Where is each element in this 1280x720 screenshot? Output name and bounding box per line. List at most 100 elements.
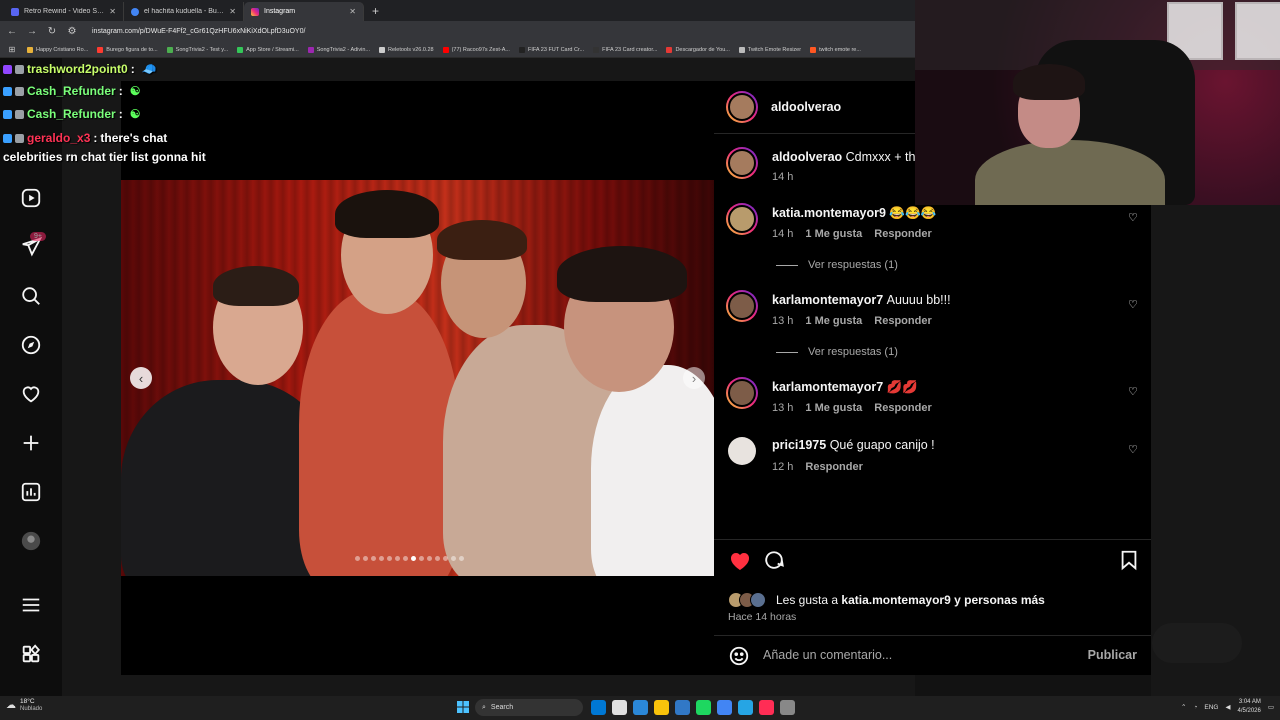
clock[interactable]: 3:04 AM 4/5/2026: [1237, 698, 1260, 716]
chat-username[interactable]: geraldo_x3: [27, 131, 90, 145]
taskbar-app-icon[interactable]: [591, 700, 606, 715]
tab-instagram[interactable]: Instagram ✕: [244, 2, 364, 21]
bookmark-label: (77) Racoo97s Zest-A...: [451, 46, 510, 53]
comment-like-heart-icon[interactable]: ♡: [1128, 443, 1140, 456]
bookmark-item[interactable]: Reletools v26.0.28: [379, 46, 434, 53]
likes-user[interactable]: katia.montemayor9: [841, 593, 950, 607]
emoji-icon[interactable]: [728, 645, 750, 672]
bookmark-favicon-icon: [518, 46, 525, 53]
site-info-icon[interactable]: ⚙: [66, 26, 78, 37]
publish-button[interactable]: Publicar: [1088, 648, 1137, 662]
caption-avatar[interactable]: [726, 147, 758, 179]
comment-reply-button[interactable]: Responder: [874, 315, 931, 327]
comment-username[interactable]: karlamontemayor7: [772, 380, 883, 394]
comment-avatar[interactable]: [728, 437, 756, 465]
comment-like-heart-icon[interactable]: ♡: [1128, 211, 1140, 224]
weather-widget[interactable]: ☁ 18°C Nublado: [6, 698, 42, 712]
bookmark-item[interactable]: SongTrivia2 - Test y...: [166, 46, 228, 53]
comment-like-heart-icon[interactable]: ♡: [1128, 298, 1140, 311]
avatar-image: [728, 379, 756, 407]
reels-icon[interactable]: [19, 186, 43, 210]
chat-badge-icon: [3, 109, 12, 119]
comment-avatar[interactable]: [726, 290, 758, 322]
forward-icon[interactable]: →: [26, 26, 38, 37]
comment-username[interactable]: prici1975: [772, 438, 826, 452]
taskbar-app-icon[interactable]: [675, 700, 690, 715]
taskbar-app-icon[interactable]: [759, 700, 774, 715]
carousel-dot: [363, 556, 368, 561]
bookmark-item[interactable]: Happy Cristiano Ro...: [27, 46, 88, 53]
likes-suffix[interactable]: y personas más: [954, 593, 1045, 607]
bookmark-item[interactable]: FIFA 23 Card creator...: [593, 46, 657, 53]
url-input[interactable]: instagram.com/p/DWuE-F4Ff2_cGr61QzHFU6xN…: [92, 28, 305, 35]
bookmark-label: twitch emote re...: [819, 46, 861, 53]
wifi-icon[interactable]: ◔: [1193, 704, 1197, 711]
chat-username[interactable]: Cash_Refunder: [27, 84, 116, 98]
carousel-dot: [395, 556, 400, 561]
back-icon[interactable]: ←: [6, 26, 18, 37]
apps-grid-icon[interactable]: ⊞: [6, 45, 18, 54]
taskbar-app-icon[interactable]: [633, 700, 648, 715]
save-bookmark-icon[interactable]: [1118, 549, 1140, 576]
tab-close-icon[interactable]: ✕: [349, 7, 356, 16]
comment-username[interactable]: karlamontemayor7: [772, 293, 883, 307]
comment-likes[interactable]: 1 Me gusta: [805, 228, 862, 240]
windows-start-icon[interactable]: [457, 701, 469, 713]
taskbar-app-icon[interactable]: [612, 700, 627, 715]
search-icon[interactable]: [19, 284, 43, 308]
author-username[interactable]: aldoolverao: [771, 100, 841, 114]
volume-icon[interactable]: ◀: [1225, 703, 1230, 711]
comment-avatar[interactable]: [726, 377, 758, 409]
comment-reply-button[interactable]: Responder: [874, 228, 931, 240]
new-tab-button[interactable]: +: [364, 2, 387, 21]
chat-username[interactable]: trashword2point0: [27, 62, 128, 76]
post-photo[interactable]: ‹ ›: [121, 180, 714, 576]
explore-icon[interactable]: [19, 333, 43, 357]
author-avatar[interactable]: [726, 91, 758, 123]
dashboard-icon[interactable]: [19, 480, 43, 504]
more-apps-icon[interactable]: [19, 642, 43, 666]
comment-input[interactable]: Añade un comentario...: [763, 648, 892, 662]
carousel-prev-button[interactable]: ‹: [130, 367, 152, 389]
profile-icon[interactable]: [19, 529, 43, 553]
bookmark-item[interactable]: SongTrivia2 - Adivin...: [307, 46, 370, 53]
notifications-icon[interactable]: ▭: [1268, 703, 1274, 711]
menu-icon[interactable]: [19, 593, 43, 617]
language-indicator[interactable]: ENG: [1204, 704, 1218, 711]
taskbar-app-icon[interactable]: [738, 700, 753, 715]
comment-likes[interactable]: 1 Me gusta: [805, 402, 862, 414]
taskbar-app-icon[interactable]: [696, 700, 711, 715]
bookmark-item[interactable]: twitch emote re...: [810, 46, 861, 53]
bookmark-item[interactable]: (77) Racoo97s Zest-A...: [442, 46, 510, 53]
view-replies-button[interactable]: Ver respuestas (1): [776, 346, 898, 358]
comment-reply-button[interactable]: Responder: [805, 461, 862, 473]
chat-username[interactable]: Cash_Refunder: [27, 107, 116, 121]
create-plus-icon[interactable]: [19, 431, 43, 455]
tab-close-icon[interactable]: ✕: [109, 7, 116, 16]
taskbar-app-icon[interactable]: [654, 700, 669, 715]
bookmark-item[interactable]: Burego figura de to...: [97, 46, 158, 53]
comment-like-heart-icon[interactable]: ♡: [1128, 385, 1140, 398]
tab-retro-rewind[interactable]: Retro Rewind - Video Store Sim ✕: [4, 2, 124, 21]
carousel-next-button[interactable]: ›: [683, 367, 705, 389]
tab-close-icon[interactable]: ✕: [229, 7, 236, 16]
comment-avatar[interactable]: [726, 203, 758, 235]
reload-icon[interactable]: ↻: [46, 26, 58, 37]
taskbar-app-icon[interactable]: [780, 700, 795, 715]
view-replies-button[interactable]: Ver respuestas (1): [776, 259, 898, 271]
bookmark-item[interactable]: App Store / Streami...: [237, 46, 299, 53]
taskbar-search[interactable]: ⌕ Search: [475, 699, 583, 716]
comment-reply-button[interactable]: Responder: [874, 402, 931, 414]
comment-likes[interactable]: 1 Me gusta: [805, 315, 862, 327]
bookmark-item[interactable]: FIFA 23 FUT Card Cr...: [518, 46, 584, 53]
comment-username[interactable]: katia.montemayor9: [772, 206, 886, 220]
comment-bubble-icon[interactable]: [763, 549, 785, 576]
caption-username[interactable]: aldoolverao: [772, 150, 842, 164]
bookmark-item[interactable]: Twitch Emote Resizer: [738, 46, 801, 53]
bookmark-item[interactable]: Descargador de You...: [666, 46, 730, 53]
notifications-heart-icon[interactable]: [19, 382, 43, 406]
tray-chevron-icon[interactable]: ⌃: [1181, 703, 1186, 711]
taskbar-app-icon[interactable]: [717, 700, 732, 715]
liked-heart-icon[interactable]: [728, 549, 752, 578]
tab-google-search[interactable]: el hachita kuduella - Buscar con Google …: [124, 2, 244, 21]
